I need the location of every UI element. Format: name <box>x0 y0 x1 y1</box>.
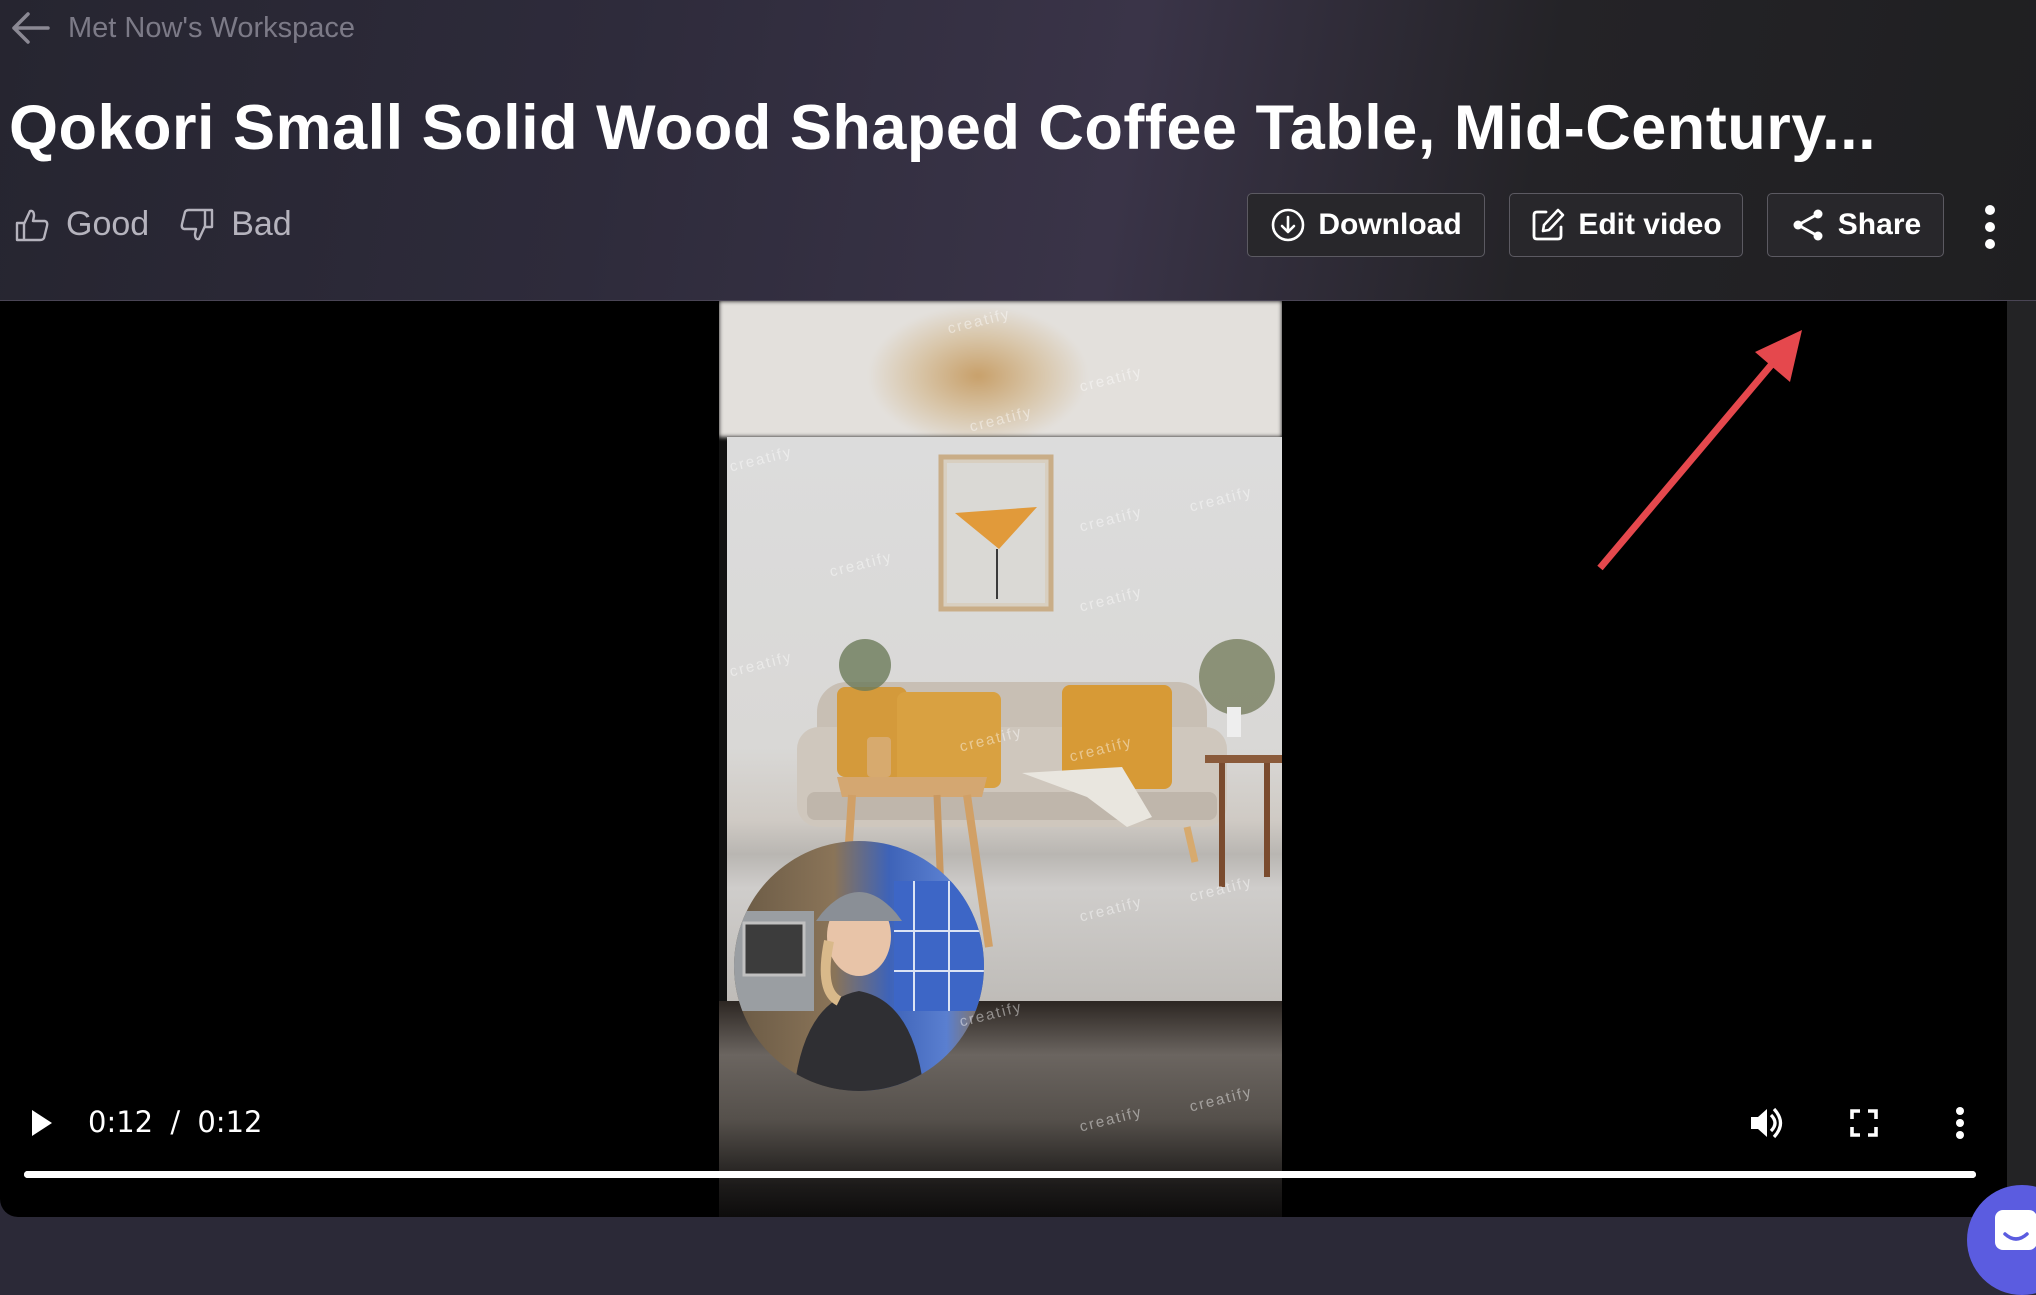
chat-bubble-icon <box>1995 1210 2036 1250</box>
edit-video-label: Edit video <box>1578 208 1722 241</box>
thumbs-down-icon <box>180 208 214 240</box>
bad-label: Bad <box>231 205 292 243</box>
coffee-table <box>837 777 987 797</box>
page-header: Met Now's Workspace Qokori Small Solid W… <box>0 0 2036 301</box>
time-separator: / <box>170 1105 181 1139</box>
kebab-dot <box>1985 222 1995 232</box>
fullscreen-icon[interactable] <box>1844 1103 1884 1143</box>
download-circle-icon <box>1272 208 1305 242</box>
share-icon <box>1793 209 1823 241</box>
bad-button[interactable]: Bad <box>179 205 292 244</box>
more-options-button[interactable] <box>1978 205 2002 249</box>
back-link[interactable]: Met Now's Workspace <box>10 8 355 48</box>
player-more-icon[interactable] <box>1940 1103 1980 1143</box>
edit-icon <box>1532 208 1565 241</box>
good-button[interactable]: Good <box>14 205 149 244</box>
edit-video-button[interactable]: Edit video <box>1509 193 1743 257</box>
share-label: Share <box>1837 208 1922 241</box>
download-label: Download <box>1318 208 1462 241</box>
share-button[interactable]: Share <box>1767 193 1944 257</box>
progress-fill <box>24 1171 1976 1178</box>
current-time: 0:12 <box>88 1105 154 1139</box>
presenter-video-circle <box>734 841 984 1091</box>
download-button[interactable]: Download <box>1247 193 1485 257</box>
breadcrumb: Met Now's Workspace <box>68 11 356 44</box>
volume-icon[interactable] <box>1747 1103 1787 1143</box>
right-scroll-strip <box>2007 301 2036 1217</box>
good-label: Good <box>66 205 150 243</box>
kebab-dot <box>1985 239 1995 249</box>
rating-group: Good Bad <box>14 205 322 244</box>
page-title: Qokori Small Solid Wood Shaped Coffee Ta… <box>9 93 1877 163</box>
thumbs-up-icon <box>15 209 49 241</box>
video-player[interactable]: creatify creatify creatify creatify crea… <box>0 301 2007 1217</box>
kebab-dot <box>1985 205 1995 215</box>
time-display: 0:12 / 0:12 <box>88 1105 262 1139</box>
play-icon[interactable] <box>30 1108 54 1138</box>
duration: 0:12 <box>197 1105 263 1139</box>
progress-bar[interactable] <box>24 1171 1976 1178</box>
blurred-background <box>719 301 1282 437</box>
cap <box>816 892 902 921</box>
video-frame: creatify creatify creatify creatify crea… <box>719 301 1282 1217</box>
arrow-left-icon <box>12 12 50 44</box>
presenter-illustration <box>734 881 984 1091</box>
pillow <box>897 692 1001 788</box>
